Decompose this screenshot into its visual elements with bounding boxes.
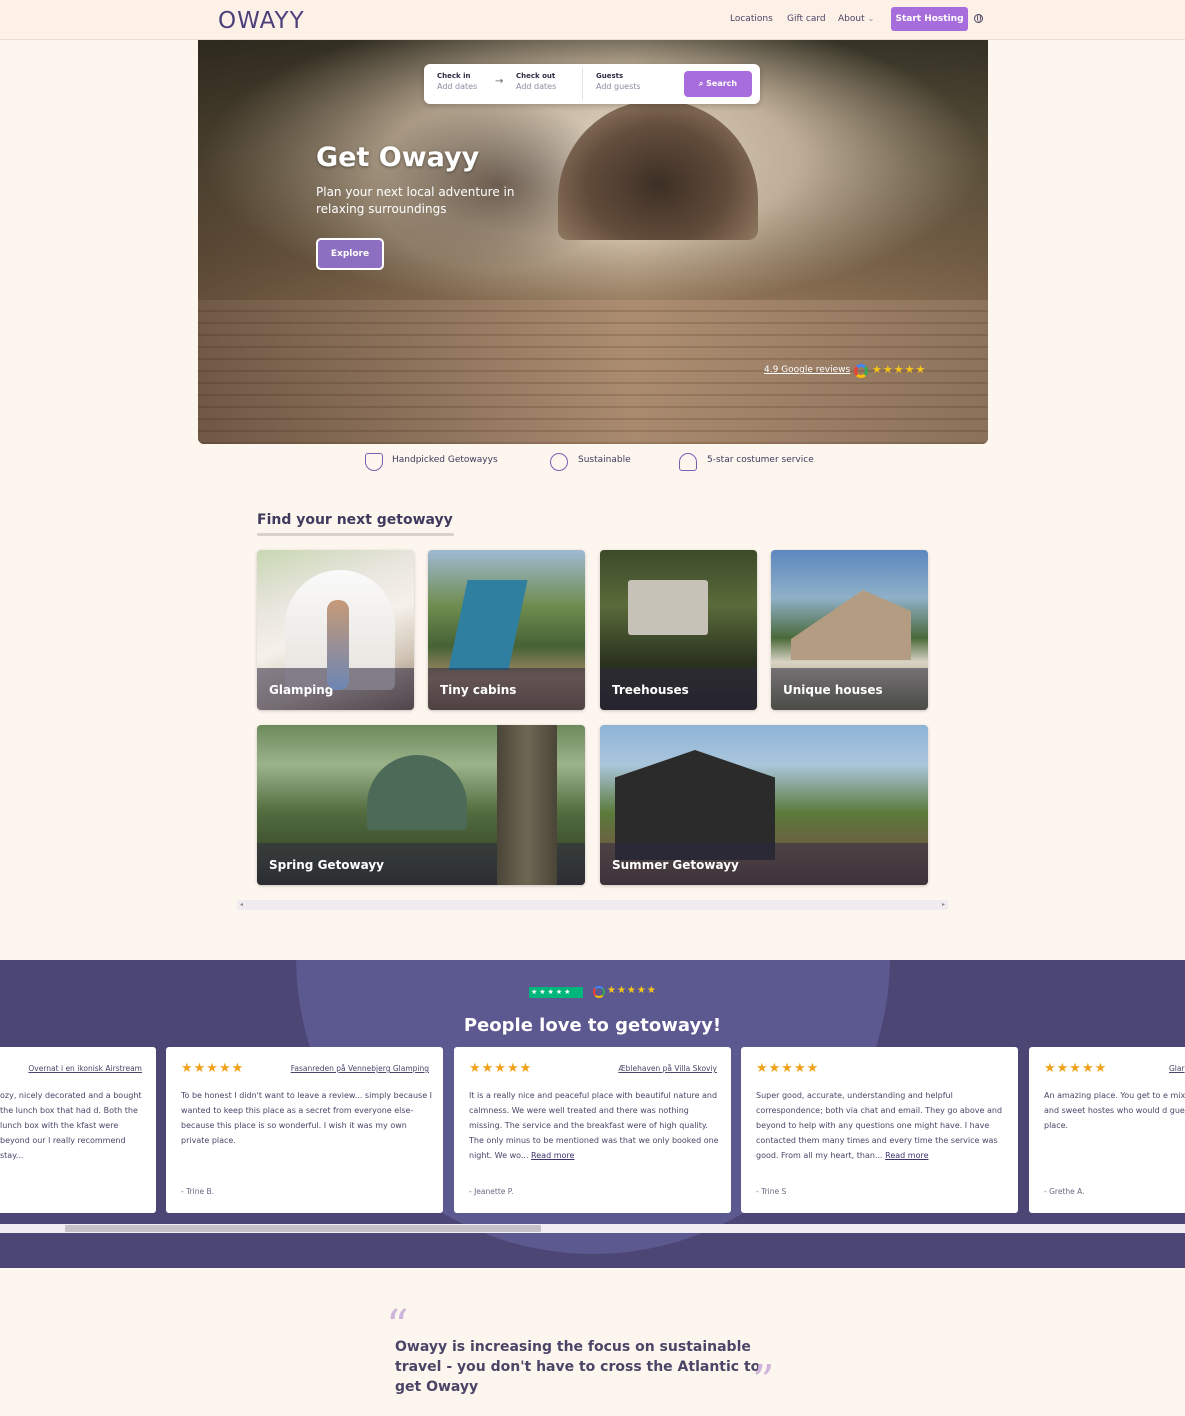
review-card: ★★★★★ Fasanreden på Vennebjerg Glamping … bbox=[166, 1047, 443, 1213]
categories-title: Find your next getowayy bbox=[257, 512, 453, 528]
review-author: - Jeanette P. bbox=[469, 1187, 514, 1196]
globe-icon[interactable] bbox=[974, 14, 983, 23]
categories-scrollbar[interactable]: ◂ ▸ bbox=[237, 900, 948, 910]
category-card-treehouses[interactable]: Treehouses bbox=[600, 550, 757, 710]
review-stars: ★★★★★ bbox=[469, 1061, 533, 1076]
scrollbar-thumb[interactable] bbox=[65, 1225, 541, 1232]
owayy-logo[interactable]: OWAYY bbox=[218, 8, 305, 34]
review-text: To be honest I didn't want to leave a re… bbox=[181, 1091, 433, 1145]
guests-field[interactable]: Guests Add guests bbox=[596, 72, 641, 91]
scroll-left-icon[interactable]: ◂ bbox=[240, 900, 243, 910]
google-icon bbox=[593, 986, 605, 998]
reviews-title: People love to getowayy! bbox=[463, 1015, 722, 1036]
search-bar: Check in Add dates → Check out Add dates… bbox=[424, 64, 760, 104]
scroll-right-icon[interactable]: ▸ bbox=[942, 900, 945, 910]
hero-subtitle: Plan your next local adventure in relaxi… bbox=[316, 185, 515, 216]
hero-banner: Check in Add dates → Check out Add dates… bbox=[198, 40, 988, 444]
nav-about[interactable]: About ⌄ bbox=[838, 14, 874, 24]
feature-handpicked: Handpicked Getowayys bbox=[392, 455, 498, 465]
globe-leaf-icon bbox=[550, 453, 568, 471]
category-card-summer-getowayy[interactable]: Summer Getowayy bbox=[600, 725, 928, 885]
google-icon bbox=[854, 364, 868, 378]
review-author: - Grethe A. bbox=[1044, 1187, 1085, 1196]
reviews-scrollbar[interactable] bbox=[0, 1224, 1185, 1233]
check-in-field[interactable]: Check in Add dates bbox=[437, 72, 477, 91]
review-author: - Trine S bbox=[756, 1187, 787, 1196]
feature-service: 5-star costumer service bbox=[707, 455, 814, 465]
nav-gift-card[interactable]: Gift card bbox=[787, 14, 826, 24]
review-card: ★★★★★ Super good, accurate, understandin… bbox=[741, 1047, 1018, 1213]
hero-title: Get Owayy bbox=[316, 142, 480, 173]
review-author: - Trine B. bbox=[181, 1187, 215, 1196]
close-quote-icon: ” bbox=[752, 1356, 775, 1407]
category-card-glamping[interactable]: Glamping bbox=[257, 550, 414, 710]
sustainability-quote: Owayy is increasing the focus on sustain… bbox=[395, 1339, 761, 1395]
google-stars: ★★★★★ bbox=[607, 985, 657, 996]
google-reviews-link[interactable]: 4.9 Google reviews bbox=[764, 365, 850, 375]
headset-icon bbox=[679, 453, 697, 471]
review-text: It is a really nice and peaceful place w… bbox=[469, 1091, 719, 1160]
read-more-link[interactable]: Read more bbox=[531, 1151, 574, 1160]
review-text: ozy, nicely decorated and a bought the l… bbox=[0, 1091, 142, 1160]
review-text: Super good, accurate, understanding and … bbox=[756, 1091, 1003, 1160]
review-place-link[interactable]: Glar bbox=[1169, 1064, 1185, 1073]
search-button[interactable]: ⌕ Search bbox=[684, 71, 752, 97]
review-stars: ★★★★★ bbox=[1044, 1061, 1108, 1076]
category-card-unique-houses[interactable]: Unique houses bbox=[771, 550, 928, 710]
nav-about-label: About bbox=[838, 14, 865, 24]
category-card-spring-getowayy[interactable]: Spring Getowayy bbox=[257, 725, 585, 885]
read-more-link[interactable]: Read more bbox=[885, 1151, 928, 1160]
category-card-tiny-cabins[interactable]: Tiny cabins bbox=[428, 550, 585, 710]
review-stars: ★★★★★ bbox=[181, 1061, 245, 1076]
review-text: An amazing place. You get to e mixed wit… bbox=[1044, 1091, 1185, 1130]
feature-sustainable: Sustainable bbox=[578, 455, 631, 465]
hand-star-icon bbox=[365, 453, 383, 471]
review-card: Overnat i en ikonisk Airstream ozy, nice… bbox=[0, 1047, 156, 1213]
review-place-link[interactable]: Overnat i en ikonisk Airstream bbox=[28, 1064, 142, 1073]
review-card: ★★★★★ Glar An amazing place. You get to … bbox=[1029, 1047, 1185, 1213]
check-out-field[interactable]: Check out Add dates bbox=[516, 72, 556, 91]
site-header: OWAYY Locations Gift card About ⌄ Start H… bbox=[0, 0, 1185, 40]
review-card: ★★★★★ Æblehaven på Villa Skoviy It is a … bbox=[454, 1047, 731, 1213]
nav-locations[interactable]: Locations bbox=[730, 14, 773, 24]
review-place-link[interactable]: Fasanreden på Vennebjerg Glamping bbox=[291, 1064, 429, 1073]
start-hosting-button[interactable]: Start Hosting bbox=[891, 7, 968, 31]
explore-button[interactable]: Explore bbox=[316, 238, 384, 270]
reviews-section: ★★★★★ ★★★★★ People love to getowayy! Ove… bbox=[0, 960, 1185, 1268]
review-place-link[interactable]: Æblehaven på Villa Skoviy bbox=[618, 1064, 717, 1073]
trustpilot-stars-icon: ★★★★★ bbox=[529, 987, 583, 998]
rating-stars: ★★★★★ bbox=[872, 363, 927, 376]
chevron-down-icon: ⌄ bbox=[867, 14, 875, 23]
arrow-right-icon: → bbox=[495, 76, 504, 87]
review-stars: ★★★★★ bbox=[756, 1061, 820, 1076]
